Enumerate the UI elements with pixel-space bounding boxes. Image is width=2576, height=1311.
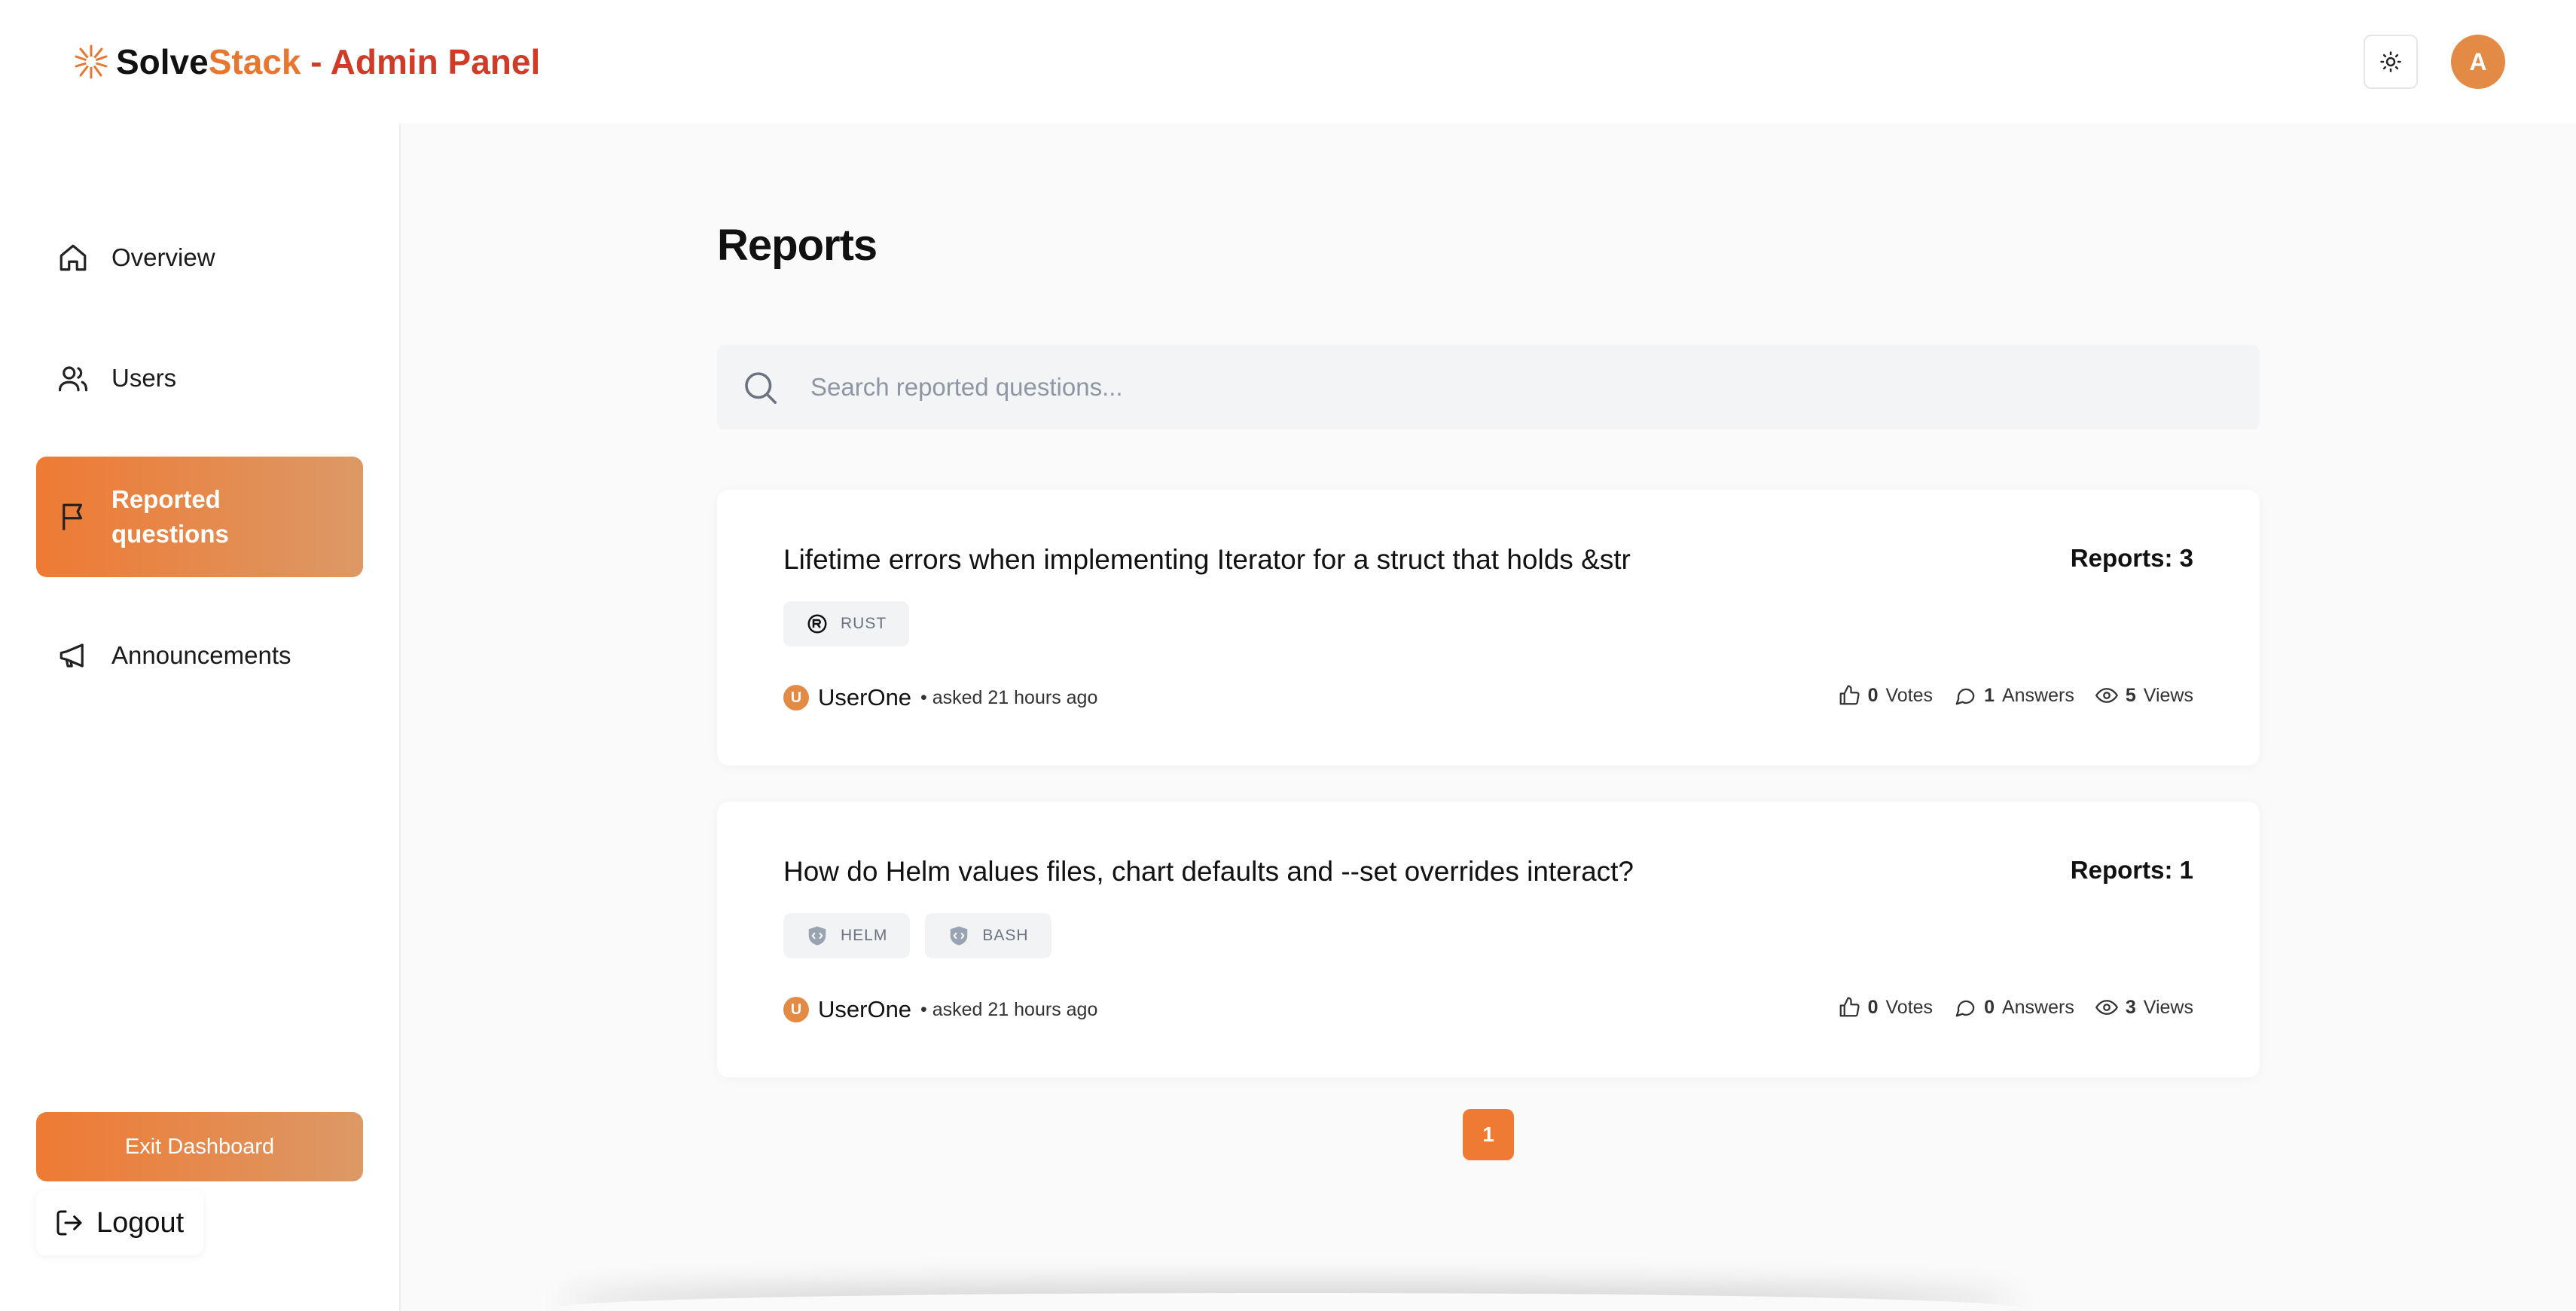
answers-label: Answers — [2001, 996, 2074, 1018]
eye-icon — [2095, 688, 2118, 703]
sun-icon — [2380, 51, 2401, 72]
user-icon: U — [783, 997, 809, 1022]
sidebar-item-overview[interactable]: Overview — [36, 222, 363, 294]
brand-name-solve: Solve — [116, 42, 209, 81]
search-bar[interactable] — [717, 345, 2260, 429]
answers-count: 0 — [1984, 996, 1995, 1018]
page-title: Reports — [717, 221, 877, 270]
sidebar-item-label: Reported questions — [111, 485, 229, 548]
report-card[interactable]: How do Helm values files, chart defaults… — [717, 802, 2260, 1077]
tag-bash[interactable]: BASH — [925, 913, 1051, 958]
sidebar-item-label: Overview — [111, 243, 215, 271]
tag-label: BASH — [982, 927, 1029, 944]
votes-count: 0 — [1867, 996, 1879, 1018]
answers-stat: 1 Answers — [1954, 684, 2074, 707]
top-header: SolveStack - Admin Panel A — [0, 0, 2576, 124]
sidebar: Overview Users Reported questions Announ… — [0, 124, 401, 1311]
sidebar-item-announcements[interactable]: Announcements — [36, 619, 363, 692]
author-name[interactable]: UserOne — [818, 996, 911, 1023]
answers-stat: 0 Answers — [1954, 996, 2074, 1019]
sidebar-item-label: Announcements — [111, 641, 291, 669]
views-count: 3 — [2125, 996, 2136, 1018]
votes-count: 0 — [1867, 684, 1879, 706]
votes-label: Votes — [1885, 996, 1934, 1018]
tag-rust[interactable]: RUST — [783, 601, 910, 646]
search-icon — [745, 372, 777, 405]
home-icon — [60, 244, 87, 271]
views-label: Views — [2143, 996, 2193, 1018]
logout-button[interactable]: Logout — [36, 1190, 203, 1255]
thumbs-up-icon — [1839, 997, 1860, 1017]
question-title[interactable]: Lifetime errors when implementing Iterat… — [783, 544, 1631, 576]
report-card[interactable]: Lifetime errors when implementing Iterat… — [717, 490, 2260, 766]
votes-stat: 0 Votes — [1838, 684, 1933, 707]
author-name[interactable]: UserOne — [818, 684, 911, 711]
thumbs-up-icon — [1839, 685, 1860, 705]
logout-icon — [56, 1210, 82, 1236]
answers-label: Answers — [2001, 684, 2074, 706]
views-stat: 3 Views — [2095, 996, 2193, 1019]
report-count: Reports: 1 — [2070, 856, 2193, 884]
votes-stat: 0 Votes — [1838, 996, 1933, 1019]
views-stat: 5 Views — [2095, 684, 2193, 707]
report-count: Reports: 3 — [2070, 544, 2193, 572]
sidebar-item-users[interactable]: Users — [36, 342, 363, 414]
user-avatar[interactable]: A — [2451, 35, 2505, 89]
brand-name-stack: Stack — [208, 42, 301, 81]
sidebar-item-label: Users — [111, 364, 177, 392]
megaphone-icon — [60, 643, 84, 668]
bottom-shadow-decoration — [557, 1293, 2019, 1311]
sidebar-item-reported-questions[interactable]: Reported questions — [36, 457, 363, 577]
asked-time: • asked 21 hours ago — [920, 998, 1098, 1020]
sunburst-logo-icon — [75, 44, 108, 79]
views-label: Views — [2143, 684, 2193, 706]
tag-label: RUST — [841, 615, 887, 632]
code-shield-icon — [951, 926, 968, 946]
search-input[interactable] — [810, 373, 2166, 402]
pagination-page-button[interactable]: 1 — [1463, 1109, 1514, 1160]
brand-subtitle: - Admin Panel — [301, 42, 541, 81]
tag-helm[interactable]: HELM — [783, 913, 911, 958]
logout-label: Logout — [96, 1206, 185, 1239]
flag-icon — [63, 503, 83, 530]
code-shield-icon — [808, 926, 826, 946]
comment-icon — [1955, 1000, 1975, 1017]
question-title[interactable]: How do Helm values files, chart defaults… — [783, 856, 1634, 888]
rust-icon — [807, 614, 827, 634]
user-icon: U — [783, 685, 809, 711]
theme-toggle-button[interactable] — [2364, 35, 2418, 89]
tag-label: HELM — [841, 927, 888, 944]
comment-icon — [1955, 688, 1975, 705]
answers-count: 1 — [1984, 684, 1995, 706]
exit-dashboard-button[interactable]: Exit Dashboard — [36, 1112, 363, 1181]
eye-icon — [2095, 1000, 2118, 1015]
views-count: 5 — [2125, 684, 2136, 706]
votes-label: Votes — [1885, 684, 1934, 706]
asked-time: • asked 21 hours ago — [920, 686, 1098, 708]
brand-logo[interactable]: SolveStack - Admin Panel — [71, 41, 540, 82]
users-icon — [58, 366, 88, 392]
